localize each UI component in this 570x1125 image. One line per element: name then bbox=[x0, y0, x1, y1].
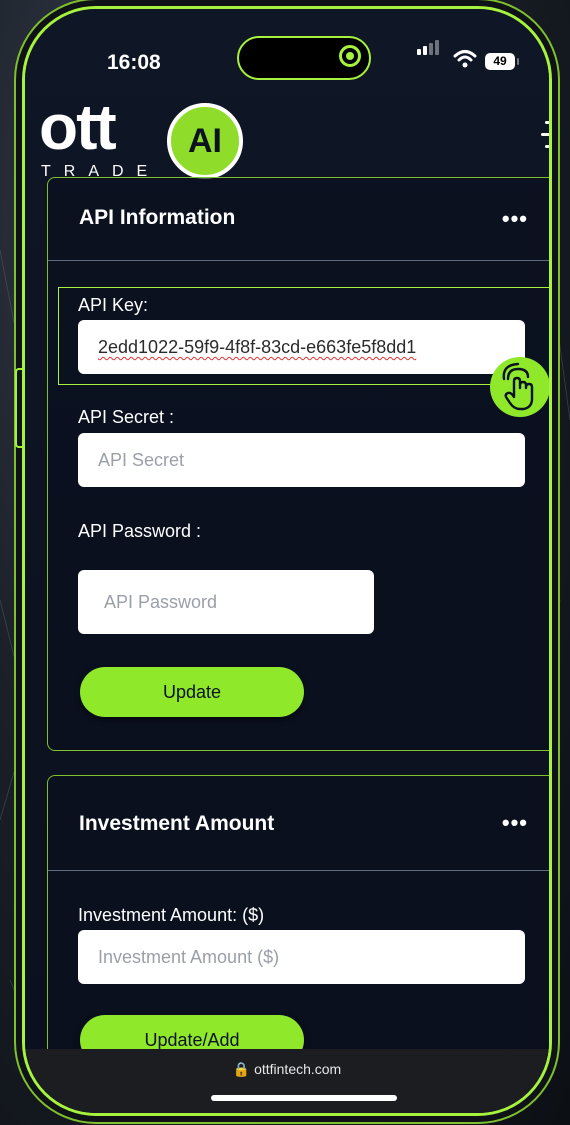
tap-hand-icon bbox=[490, 357, 549, 417]
card-divider bbox=[48, 260, 549, 261]
status-time: 16:08 bbox=[107, 51, 161, 74]
update-button[interactable]: Update bbox=[80, 667, 304, 717]
api-secret-label: API Secret : bbox=[78, 407, 175, 427]
card-title: Investment Amount bbox=[79, 812, 275, 835]
url-text: 🔒 ottfintech.com bbox=[232, 1061, 342, 1077]
card-title: API Information bbox=[79, 206, 236, 229]
api-password-input[interactable]: API Password bbox=[78, 570, 374, 634]
dynamic-island bbox=[237, 36, 371, 80]
investment-amount-input[interactable]: Investment Amount ($) bbox=[78, 930, 525, 984]
camera-icon bbox=[339, 45, 361, 67]
app-screen: 16:08 49 ott AI TRADE API Information ••… bbox=[25, 9, 549, 1113]
more-options-icon[interactable]: ••• bbox=[502, 810, 528, 836]
investment-amount-label: Investment Amount: ($) bbox=[78, 905, 265, 925]
logo-wordmark: ott bbox=[39, 91, 117, 163]
wifi-icon bbox=[453, 50, 477, 68]
battery-icon: 49 bbox=[485, 53, 519, 70]
browser-url-bar[interactable]: 🔒 ottfintech.com bbox=[25, 1049, 549, 1113]
logo-ai-badge: AI bbox=[167, 103, 243, 179]
api-key-input[interactable]: 2edd1022-59f9-4f8f-83cd-e663fe5f8dd1 bbox=[78, 320, 525, 374]
menu-icon[interactable] bbox=[541, 121, 549, 149]
api-secret-input[interactable]: API Secret bbox=[78, 433, 525, 487]
api-password-label: API Password : bbox=[78, 521, 202, 541]
side-button bbox=[15, 368, 23, 448]
more-options-icon[interactable]: ••• bbox=[502, 206, 528, 232]
home-indicator[interactable] bbox=[211, 1095, 397, 1101]
api-key-label: API Key: bbox=[78, 295, 149, 315]
card-divider bbox=[48, 870, 549, 871]
phone-frame: 16:08 49 ott AI TRADE API Information ••… bbox=[22, 6, 552, 1116]
